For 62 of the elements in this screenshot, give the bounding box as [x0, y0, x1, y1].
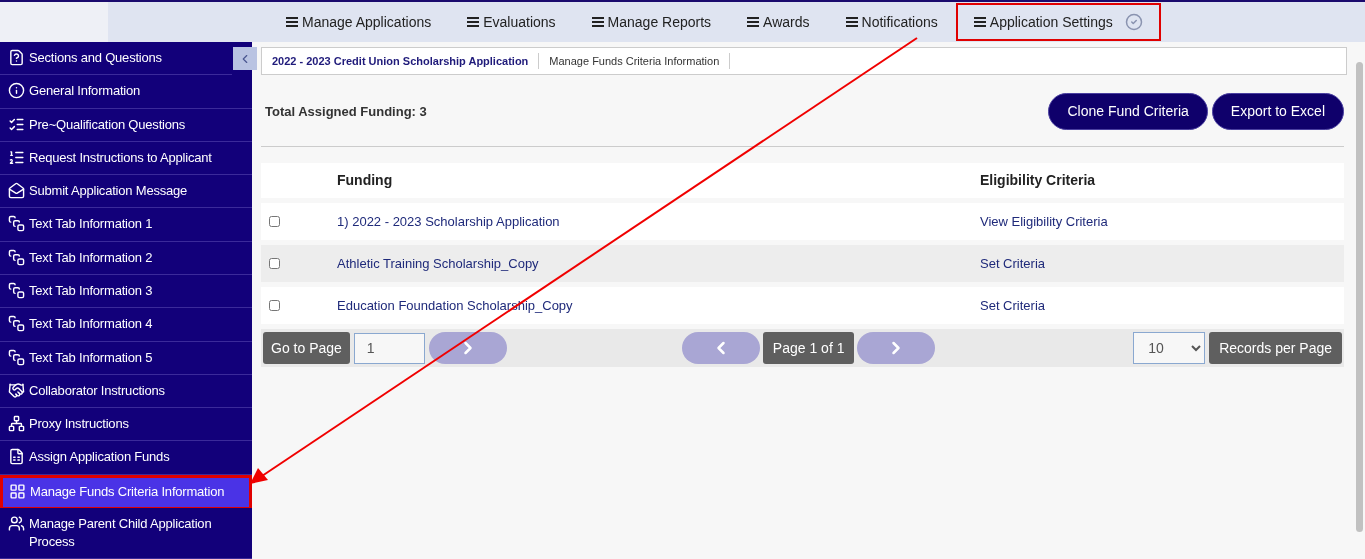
sidebar-item[interactable]: Sections and Questions — [0, 42, 232, 76]
check-icon — [1124, 13, 1143, 31]
action-button[interactable]: Clone Fund Criteria — [1048, 93, 1208, 130]
menu-icon — [286, 17, 298, 27]
list-icon — [8, 148, 25, 166]
sidebar-item[interactable]: Request Instructions to Applicant — [0, 141, 252, 176]
network-icon — [8, 415, 25, 433]
sidebar-item[interactable]: General Information — [0, 75, 252, 109]
question-icon — [8, 49, 25, 66]
next-button[interactable] — [428, 332, 507, 364]
criteria-link[interactable]: View Eligibility Criteria — [980, 211, 1108, 232]
sidebar-item[interactable]: Collaborator Instructions — [0, 374, 252, 409]
breadcrumb-link[interactable]: Manage Funds Criteria Information — [539, 52, 731, 70]
menu-icon — [973, 17, 986, 27]
nav-link[interactable]: Awards — [729, 3, 828, 41]
sidebar-item[interactable]: Manage Funds Criteria Information — [0, 474, 252, 509]
page-input[interactable]: 1 — [353, 332, 425, 364]
row-checkbox[interactable] — [269, 216, 280, 227]
action-button[interactable]: Export to Excel — [1211, 93, 1344, 130]
nav-link[interactable]: Evaluations — [449, 3, 574, 41]
menu-icon — [467, 17, 480, 27]
next-button[interactable] — [857, 332, 936, 364]
go-to-page-button[interactable]: Go to Page — [263, 332, 350, 364]
handshake-icon — [8, 381, 25, 399]
nav-link[interactable]: Manage Applications — [268, 3, 450, 41]
page-info: Page 1 of 1 — [762, 332, 855, 364]
sidebar-item[interactable]: Assign Application Funds — [0, 441, 252, 475]
scrollbar[interactable] — [1356, 62, 1363, 532]
column-header: Funding — [337, 171, 394, 190]
records-per-page-label: Records per Page — [1209, 332, 1342, 364]
nav-link[interactable]: Notifications — [827, 3, 956, 41]
envelope-icon — [8, 182, 25, 200]
sidebar-item[interactable]: Pre~Qualification Questions — [0, 108, 252, 142]
grid-icon — [9, 482, 26, 500]
collapse-button[interactable] — [233, 47, 257, 70]
info-icon — [8, 82, 25, 100]
row-checkbox[interactable] — [269, 300, 280, 311]
sidebar-item[interactable]: Manage Parent Child Application Process — [0, 508, 252, 559]
breadcrumb-link[interactable]: 2022 - 2023 Credit Union Scholarship Application — [262, 52, 540, 70]
criteria-link[interactable]: Set Criteria — [980, 295, 1046, 316]
records-per-page-select[interactable]: 10 — [1133, 332, 1206, 364]
menu-icon — [747, 17, 760, 27]
previous-button[interactable] — [681, 332, 760, 364]
people-icon — [8, 515, 25, 533]
sidebar-item[interactable]: Submit Application Message — [0, 175, 252, 209]
sidebar-item[interactable]: Text Tab Information 5 — [0, 341, 252, 375]
sidebar-item[interactable]: Text Tab Information 4 — [0, 308, 252, 342]
document-icon — [8, 448, 25, 466]
total-funding-label: Total Assigned Funding: 3 — [264, 102, 427, 121]
row-checkbox[interactable] — [269, 258, 280, 269]
sidebar-item[interactable]: Text Tab Information 2 — [0, 241, 252, 275]
menu-icon — [845, 17, 858, 27]
nav-link[interactable]: Manage Reports — [573, 3, 730, 41]
sidebar-item[interactable]: Text Tab Information 1 — [0, 208, 252, 242]
criteria-link[interactable]: Set Criteria — [980, 253, 1046, 274]
column-header: Eligibility Criteria — [980, 171, 1096, 190]
funding-link[interactable]: 1) 2022 - 2023 Scholarship Application — [337, 211, 980, 232]
nav-link[interactable]: Application Settings — [955, 3, 1161, 41]
funding-link[interactable]: Athletic Training Scholarship_Copy — [337, 253, 980, 274]
sidebar-item[interactable]: Text Tab Information 3 — [0, 274, 252, 309]
sidebar-item[interactable]: Proxy Instructions — [0, 408, 252, 442]
menu-icon — [591, 17, 604, 27]
